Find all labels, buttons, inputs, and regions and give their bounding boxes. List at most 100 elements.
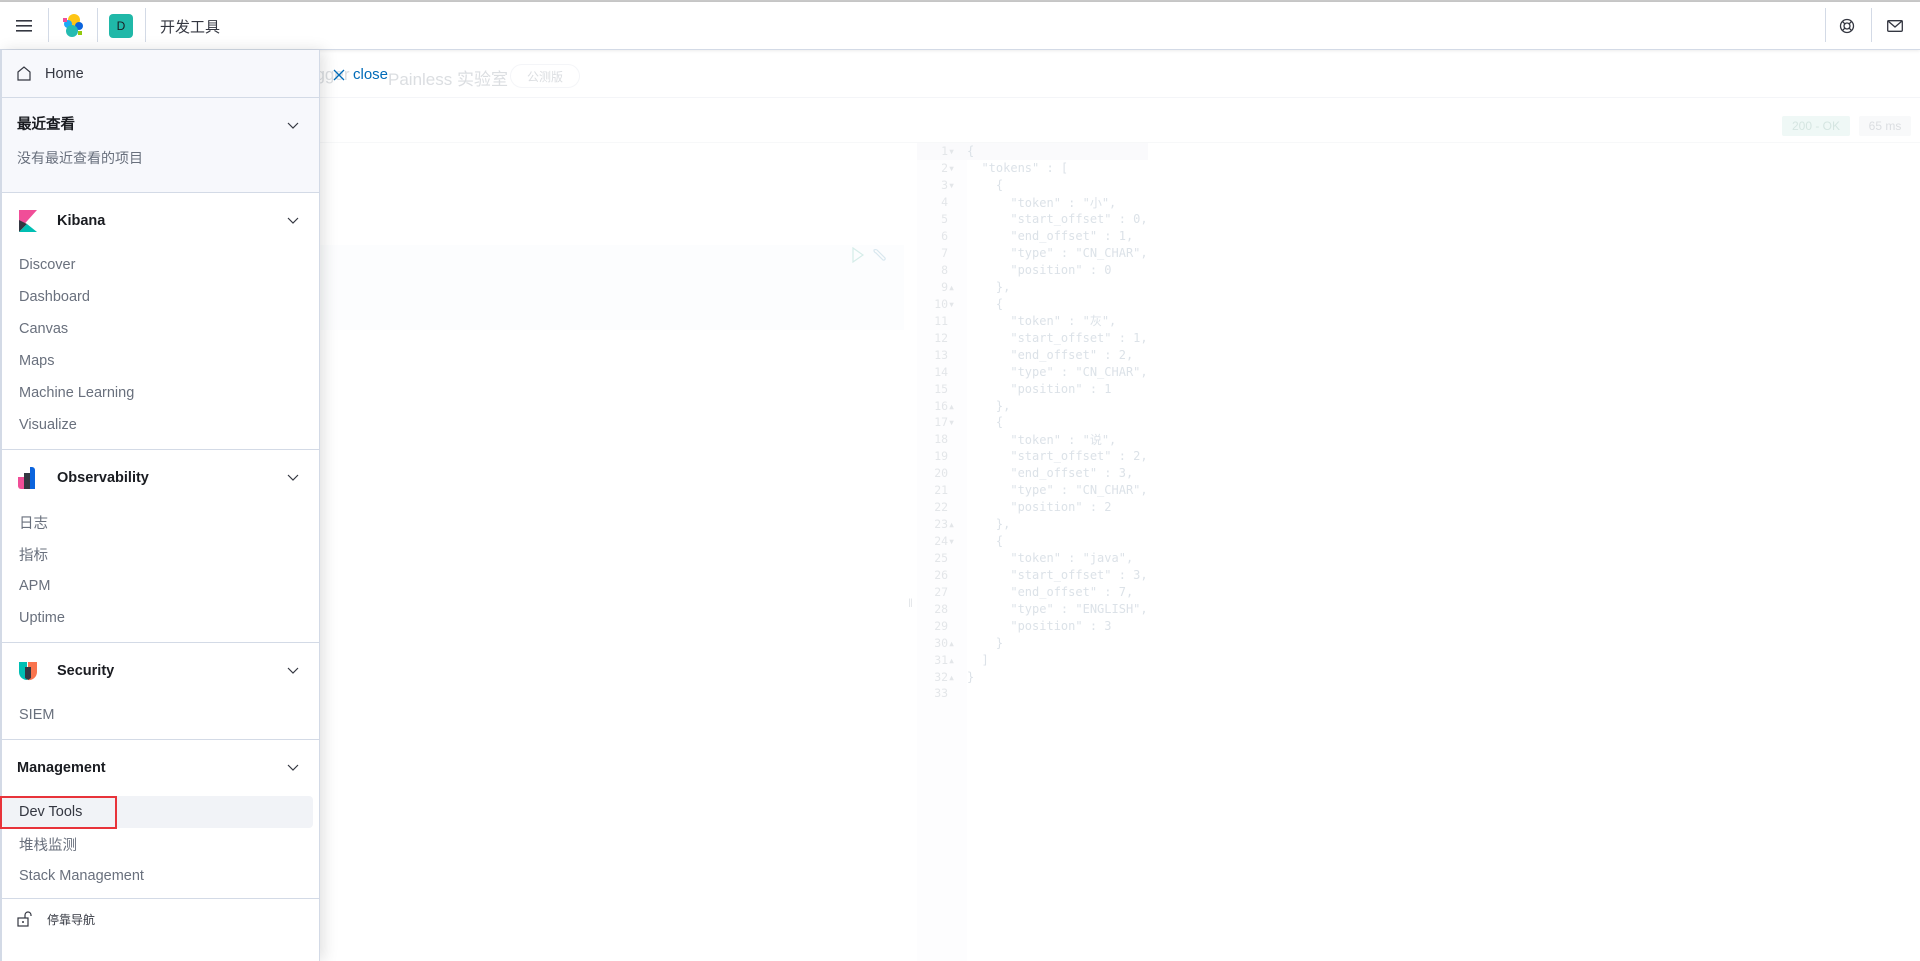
help-icon xyxy=(1839,18,1855,34)
code-text: "end_offset" : 3, xyxy=(967,466,1134,481)
response-output: 1▾{2▾ "tokens" : [3▾ {4 "token" : "小", 5 … xyxy=(917,143,1907,961)
security-header[interactable]: Security xyxy=(2,643,319,699)
line-number: 1▾ xyxy=(941,144,955,159)
line-number: 24▾ xyxy=(934,534,955,549)
header-divider xyxy=(97,8,98,42)
panel-resize-handle[interactable]: ‖ xyxy=(908,596,913,610)
elastic-logo-link[interactable] xyxy=(58,2,88,50)
line-number: 18 xyxy=(934,432,955,447)
home-icon xyxy=(17,66,31,81)
nav-item-堆栈监测[interactable]: 堆栈监测 xyxy=(2,828,313,860)
nav-item-日志[interactable]: 日志 xyxy=(2,506,313,538)
output-line: 15 "position" : 1 xyxy=(917,380,1148,397)
dock-navigation-button[interactable]: 停靠导航 xyxy=(2,899,319,939)
close-nav-button[interactable]: close xyxy=(333,66,388,83)
code-text: "position" : 2 xyxy=(967,500,1112,515)
line-number: 25 xyxy=(934,550,955,565)
line-number: 2▾ xyxy=(941,161,955,176)
nav-item-dev-tools[interactable]: Dev Tools xyxy=(0,796,313,829)
chevron-down-icon xyxy=(287,217,299,224)
play-icon[interactable] xyxy=(852,247,864,263)
line-number: 9▴ xyxy=(941,279,955,294)
highlight-box xyxy=(0,796,117,829)
security-title: Security xyxy=(57,663,115,679)
chevron-down-icon xyxy=(287,474,299,481)
code-text: "position" : 3 xyxy=(967,618,1112,633)
nav-item-stack-management[interactable]: Stack Management xyxy=(2,860,313,892)
code-text: "start_offset" : 0, xyxy=(967,212,1148,227)
nav-item-visualize[interactable]: Visualize xyxy=(2,409,313,441)
output-line: 5 "start_offset" : 0, xyxy=(917,211,1148,228)
nav-section-observability: Observability 日志指标 APM Uptime xyxy=(2,450,319,643)
code-text: "end_offset" : 2, xyxy=(967,347,1134,362)
nav-item-apm[interactable]: APM xyxy=(2,570,313,602)
kibana-header[interactable]: Kibana xyxy=(2,193,319,249)
output-line: 10▾ { xyxy=(917,295,1148,312)
help-button[interactable] xyxy=(1832,2,1862,50)
observability-logo-icon xyxy=(18,467,35,489)
line-number: 14 xyxy=(934,364,955,379)
observability-header[interactable]: Observability xyxy=(2,450,319,506)
code-text: { xyxy=(967,178,1004,193)
nav-section-kibana: Kibana Discover Dashboard Canvas Maps Machin… xyxy=(2,193,319,450)
management-header[interactable]: Management xyxy=(2,740,319,796)
output-line: 13 "end_offset" : 2, xyxy=(917,346,1148,363)
output-line: 30▴ } xyxy=(917,634,1148,651)
output-line: 22 "position" : 2 xyxy=(917,499,1148,516)
chevron-down-icon xyxy=(287,667,299,674)
output-line: 18 "token" : "说", xyxy=(917,431,1148,448)
nav-item-uptime[interactable]: Uptime xyxy=(2,602,313,634)
nav-item-siem[interactable]: SIEM xyxy=(2,699,313,731)
nav-item-dashboard[interactable]: Dashboard xyxy=(2,281,313,313)
status-code-badge: 200 - OK xyxy=(1782,116,1850,136)
recent-header[interactable]: 最近查看 xyxy=(2,98,319,148)
line-number: 12 xyxy=(934,330,955,345)
code-text: { xyxy=(967,296,1004,311)
nav-item-label: Machine Learning xyxy=(19,385,135,401)
security-logo-icon xyxy=(19,662,38,681)
close-icon xyxy=(333,69,345,80)
kibana-items: Discover Dashboard Canvas Maps Machine Learn… xyxy=(2,249,319,441)
header-divider xyxy=(48,8,49,42)
wrench-icon[interactable] xyxy=(872,247,888,263)
output-line: 32▴} xyxy=(917,668,1148,685)
nav-item-label: Canvas xyxy=(19,321,69,337)
nav-item-machine-learning[interactable]: Machine Learning xyxy=(2,377,313,409)
menu-button[interactable] xyxy=(8,2,40,50)
output-line: 14 "type" : "CN_CHAR", xyxy=(917,363,1148,380)
mail-icon xyxy=(1887,20,1903,32)
output-line: 26 "start_offset" : 3, xyxy=(917,566,1148,583)
code-text: { xyxy=(967,144,975,159)
line-number: 31▴ xyxy=(934,652,955,667)
code-text: } xyxy=(967,635,1004,650)
management-title: Management xyxy=(17,760,106,776)
close-label: close xyxy=(353,66,389,83)
output-line: 12 "start_offset" : 1, xyxy=(917,329,1148,346)
code-text: "start_offset" : 2, xyxy=(967,449,1148,464)
output-line: 17▾ { xyxy=(917,414,1148,431)
output-line: 2▾ "tokens" : [ xyxy=(917,160,1148,177)
nav-item-指标[interactable]: 指标 xyxy=(2,538,313,570)
nav-item-label: 日志 xyxy=(19,515,48,532)
output-line: 23▴ }, xyxy=(917,516,1148,533)
code-text: "end_offset" : 7, xyxy=(967,584,1134,599)
nav-item-maps[interactable]: Maps xyxy=(2,345,313,377)
nav-home[interactable]: Home xyxy=(2,50,319,98)
code-text: "start_offset" : 1, xyxy=(967,330,1148,345)
code-text: "type" : "CN_CHAR", xyxy=(967,364,1148,379)
space-avatar[interactable]: D xyxy=(109,14,133,38)
nav-item-label: 指标 xyxy=(19,547,48,564)
output-line: 28 "type" : "ENGLISH", xyxy=(917,600,1147,617)
tab-painless-lab[interactable]: Painless 实验室 xyxy=(388,65,508,90)
line-number: 8 xyxy=(941,263,955,278)
line-number: 32▴ xyxy=(934,669,955,684)
output-line: 25 "token" : "java", xyxy=(917,550,1148,567)
nav-item-canvas[interactable]: Canvas xyxy=(2,313,313,345)
nav-item-discover[interactable]: Discover xyxy=(2,249,313,281)
line-number: 21 xyxy=(934,483,955,498)
code-text: "start_offset" : 3, xyxy=(967,567,1148,582)
request-editor[interactable] xyxy=(320,245,904,330)
line-number: 3▾ xyxy=(941,178,955,193)
elastic-logo xyxy=(63,14,83,37)
mail-button[interactable] xyxy=(1880,2,1910,50)
